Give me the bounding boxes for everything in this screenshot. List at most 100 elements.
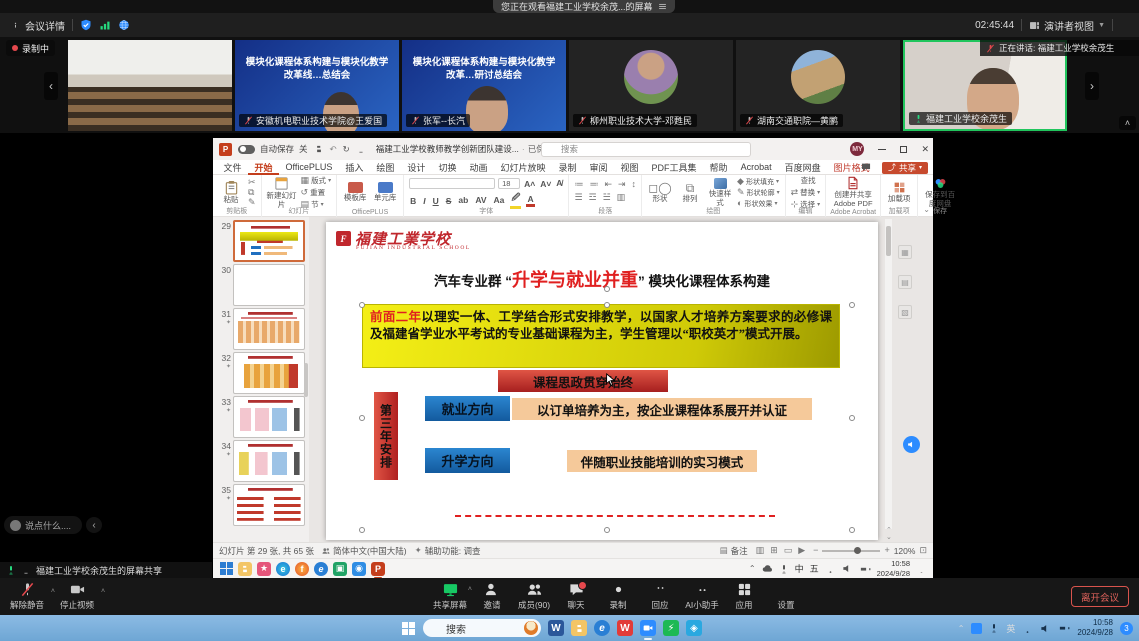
- slide-thumbnail[interactable]: [233, 264, 305, 306]
- slide-thumbnail-item[interactable]: 35 ✦: [217, 484, 309, 526]
- shrink-font-button[interactable]: A˅: [539, 179, 552, 189]
- slide-thumbnail-item[interactable]: 34 ✦: [217, 440, 309, 482]
- wifi-icon[interactable]: [825, 563, 836, 574]
- copy-button[interactable]: ⧉: [248, 188, 256, 197]
- slide-vertical-box[interactable]: 第三年安排: [374, 392, 398, 480]
- search-highlight-icon[interactable]: [524, 621, 538, 635]
- accessibility-status[interactable]: ✦ 辅助功能: 调查: [415, 545, 481, 557]
- ribbon-tab[interactable]: 百度网盘: [778, 160, 827, 175]
- ribbon-tab[interactable]: 开始: [248, 160, 279, 175]
- clock[interactable]: 10:58 2024/9/28: [1077, 618, 1113, 638]
- layout-button[interactable]: ▦版式▾: [301, 175, 332, 186]
- slides-panel[interactable]: 29 30 31 ✦: [213, 217, 309, 542]
- panel-tab-icon[interactable]: ▧: [898, 305, 912, 319]
- change-case-button[interactable]: Aa: [493, 196, 506, 205]
- network-signal-icon[interactable]: [99, 19, 111, 31]
- comments-icon[interactable]: [861, 162, 871, 172]
- bullets-button[interactable]: ≔: [574, 180, 583, 189]
- strikethrough-button[interactable]: S: [445, 196, 453, 206]
- ppt-search-box[interactable]: 搜索: [541, 142, 751, 157]
- battery-icon[interactable]: [1058, 622, 1070, 634]
- wps-icon[interactable]: W: [617, 620, 633, 636]
- participant-video[interactable]: 模块化课程体系构建与模块化教学改革线…总结会 安徽机电职业技术学院@王爱国: [235, 40, 399, 131]
- slide-thumbnail-item[interactable]: 31 ✦: [217, 308, 309, 350]
- bold-button[interactable]: B: [409, 196, 417, 206]
- zoom-in-button[interactable]: +: [884, 546, 889, 555]
- line-spacing-button[interactable]: ↕: [632, 180, 637, 189]
- zoom-out-button[interactable]: −: [813, 546, 818, 555]
- firefox-icon[interactable]: f: [295, 562, 309, 576]
- text-shadow-button[interactable]: ab: [457, 196, 469, 205]
- align-right-button[interactable]: ☱: [603, 193, 611, 202]
- slide-blue-box[interactable]: 就业方向: [425, 396, 510, 421]
- ime-indicator[interactable]: 英: [1006, 622, 1015, 635]
- interpretation-icon[interactable]: [118, 19, 130, 31]
- ribbon-tab[interactable]: 插入: [339, 160, 370, 175]
- ribbon-tab[interactable]: 设计: [401, 160, 432, 175]
- cloud-icon[interactable]: [762, 563, 773, 574]
- ribbon-tab[interactable]: 审阅: [583, 160, 614, 175]
- tray-chevron-icon[interactable]: ⌃: [958, 624, 965, 633]
- slide-editor[interactable]: F 福建工業学校 FUJIAN INDUSTRIAL SCHOOL 汽车专业群 …: [326, 222, 878, 540]
- clear-format-button[interactable]: A̸: [555, 179, 563, 188]
- minimize-button[interactable]: [878, 149, 886, 150]
- zoom-slider[interactable]: [822, 550, 880, 552]
- selection-handle[interactable]: [849, 415, 855, 421]
- paste-button[interactable]: 粘贴: [218, 177, 244, 208]
- reset-button[interactable]: ↺重置: [301, 187, 332, 198]
- audio-floating-button[interactable]: [903, 436, 920, 453]
- ime-indicator[interactable]: 中: [795, 562, 804, 575]
- unit-library-button[interactable]: 单元库: [372, 177, 398, 208]
- quick-styles-button[interactable]: 快速样式: [707, 177, 733, 208]
- font-size-select[interactable]: 18: [498, 178, 520, 189]
- slide-paragraph-box[interactable]: 前面二年以理实一体、工学结合形式安排教学，以国家人才培养方案要求的必修课及福建省…: [362, 304, 840, 368]
- indent-decrease-button[interactable]: ⇤: [604, 180, 612, 189]
- close-button[interactable]: ✕: [921, 144, 929, 155]
- ribbon-tab[interactable]: PDF工具集: [645, 160, 703, 175]
- replace-button[interactable]: ⇄替换▾: [791, 187, 821, 198]
- toolbar-button[interactable]: 邀请 ˄: [472, 578, 512, 615]
- slide-thumbnail[interactable]: [233, 220, 305, 262]
- taskbar-search-box[interactable]: 搜索: [423, 619, 541, 637]
- slide-orange-box[interactable]: 以订单培养为主，按企业课程体系展开并认证: [512, 398, 812, 420]
- restore-button[interactable]: [900, 146, 907, 153]
- ribbon-tab[interactable]: OfficePLUS: [279, 160, 339, 175]
- ribbon-tab[interactable]: 帮助: [703, 160, 734, 175]
- template-library-button[interactable]: 模板库: [342, 177, 368, 208]
- new-slide-button[interactable]: 新建幻灯片: [267, 177, 297, 208]
- panel-tab-icon[interactable]: ▤: [898, 275, 912, 289]
- create-pdf-button[interactable]: 创建并共享 Adobe PDF: [831, 177, 875, 208]
- ppt-share-button[interactable]: ⤴共享▾: [882, 162, 928, 174]
- numbering-button[interactable]: ≕: [589, 180, 598, 189]
- file-explorer-icon[interactable]: [571, 620, 587, 636]
- selection-handle[interactable]: [849, 302, 855, 308]
- rotate-handle[interactable]: [604, 286, 610, 292]
- toolbar-button[interactable]: 聊天 ˄: [556, 578, 596, 615]
- panel-scrollbar[interactable]: [304, 363, 308, 397]
- italic-button[interactable]: I: [422, 196, 426, 206]
- shape-outline-button[interactable]: ✎形状轮廓▾: [737, 188, 780, 198]
- participant-video[interactable]: 柳州职业技术大学-邓甦民: [569, 40, 733, 131]
- slide-title[interactable]: 汽车专业群 “升学与就业并重” 模块化课程体系构建: [326, 266, 878, 292]
- green-app-icon[interactable]: ⚡: [663, 620, 679, 636]
- toolbar-button[interactable]: 成员(90) ˄: [514, 578, 554, 615]
- mic-tray-icon[interactable]: [989, 623, 999, 633]
- autosave-toggle[interactable]: 自动保存 关: [238, 143, 308, 155]
- toolbar-button[interactable]: AI小助手 ˄: [682, 578, 722, 615]
- selection-handle[interactable]: [359, 527, 365, 533]
- battery-icon[interactable]: [859, 563, 871, 575]
- fit-to-window-icon[interactable]: ⊡: [919, 546, 927, 555]
- ribbon-tab[interactable]: 文件: [217, 160, 248, 175]
- watching-banner[interactable]: 您正在观看福建工业学校余茂...的屏幕: [493, 0, 675, 13]
- indent-increase-button[interactable]: ⇥: [618, 180, 626, 189]
- tray-app-icon[interactable]: [971, 623, 982, 634]
- file-explorer-icon[interactable]: [238, 562, 252, 576]
- slide-thumbnail[interactable]: [233, 440, 305, 482]
- font-name-select[interactable]: [409, 178, 495, 189]
- blue-app-icon[interactable]: ◈: [686, 620, 702, 636]
- normal-view-icon[interactable]: ▥: [756, 546, 765, 555]
- notification-badge[interactable]: 3: [1120, 622, 1133, 635]
- ribbon-tab[interactable]: 幻灯片放映: [494, 160, 552, 175]
- toolbar-button[interactable]: 共享屏幕 ˄: [430, 578, 470, 615]
- volume-icon[interactable]: [842, 563, 853, 574]
